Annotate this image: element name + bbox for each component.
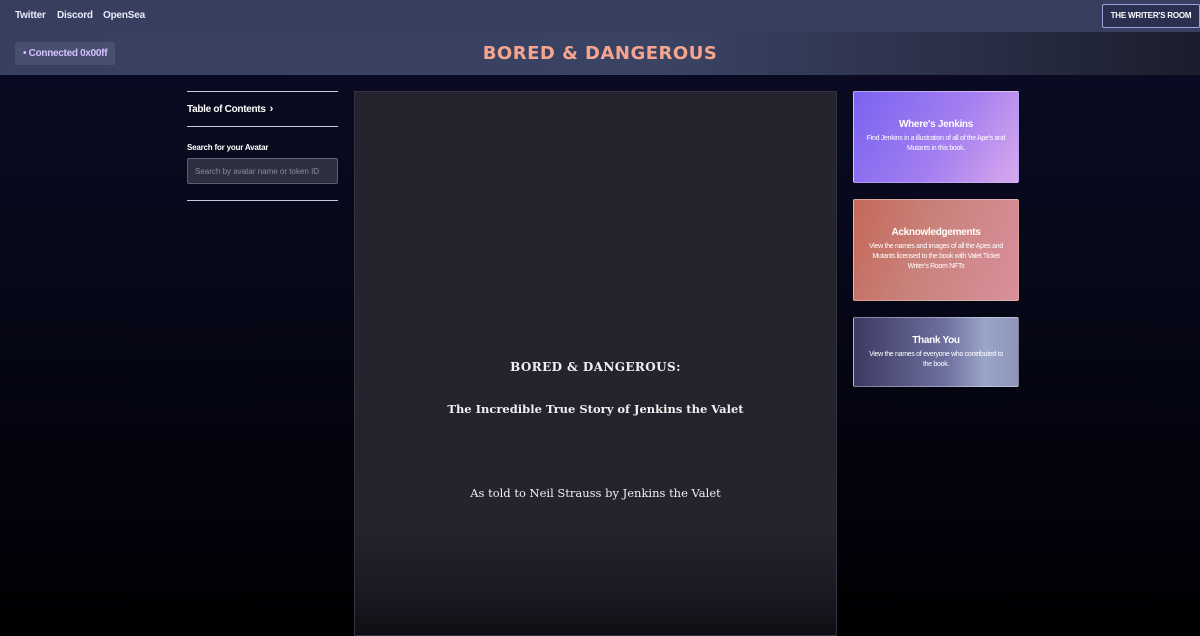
book-byline: As told to Neil Strauss by Jenkins the V…	[470, 486, 721, 500]
card-title: Where's Jenkins	[898, 119, 974, 130]
card-description: View the names and images of all the Ape…	[869, 243, 1003, 270]
table-of-contents-toggle[interactable]: Table of Contents ›	[187, 92, 338, 126]
sidebar: Table of Contents › Search for your Avat…	[187, 91, 338, 201]
search-label: Search for your Avatar	[187, 143, 269, 152]
page-header: • Connected 0x00ff BORED & DANGEROUS	[0, 32, 1200, 75]
acknowledgements-card[interactable]: Acknowledgements View the names and imag…	[853, 199, 1019, 301]
card-title: Thank You	[912, 335, 960, 346]
divider	[187, 126, 338, 127]
discord-link[interactable]: Discord	[57, 10, 93, 21]
card-description: View the names of everyone who contribut…	[869, 351, 1003, 368]
opensea-link[interactable]: OpenSea	[103, 10, 145, 21]
chevron-right-icon: ›	[269, 103, 274, 115]
book-subtitle: The Incredible True Story of Jenkins the…	[447, 402, 744, 416]
top-nav: Twitter Discord OpenSea THE WRITER'S ROO…	[0, 0, 1200, 32]
book-page: BORED & DANGEROUS: The Incredible True S…	[354, 91, 837, 636]
card-title: Acknowledgements	[891, 227, 981, 238]
toc-label: Table of Contents	[187, 103, 266, 115]
thank-you-card[interactable]: Thank You View the names of everyone who…	[853, 317, 1019, 387]
wheres-jenkins-card[interactable]: Where's Jenkins Find Jenkins in a illust…	[853, 91, 1019, 183]
book-title: BORED & DANGEROUS:	[510, 360, 681, 374]
writers-room-button[interactable]: THE WRITER'S ROOM	[1102, 4, 1200, 28]
site-title: BORED & DANGEROUS	[482, 43, 718, 64]
card-description: Find Jenkins in a illustration of all of…	[866, 135, 1006, 152]
twitter-link[interactable]: Twitter	[15, 10, 46, 21]
avatar-search-input[interactable]	[187, 158, 338, 184]
divider	[187, 200, 338, 201]
